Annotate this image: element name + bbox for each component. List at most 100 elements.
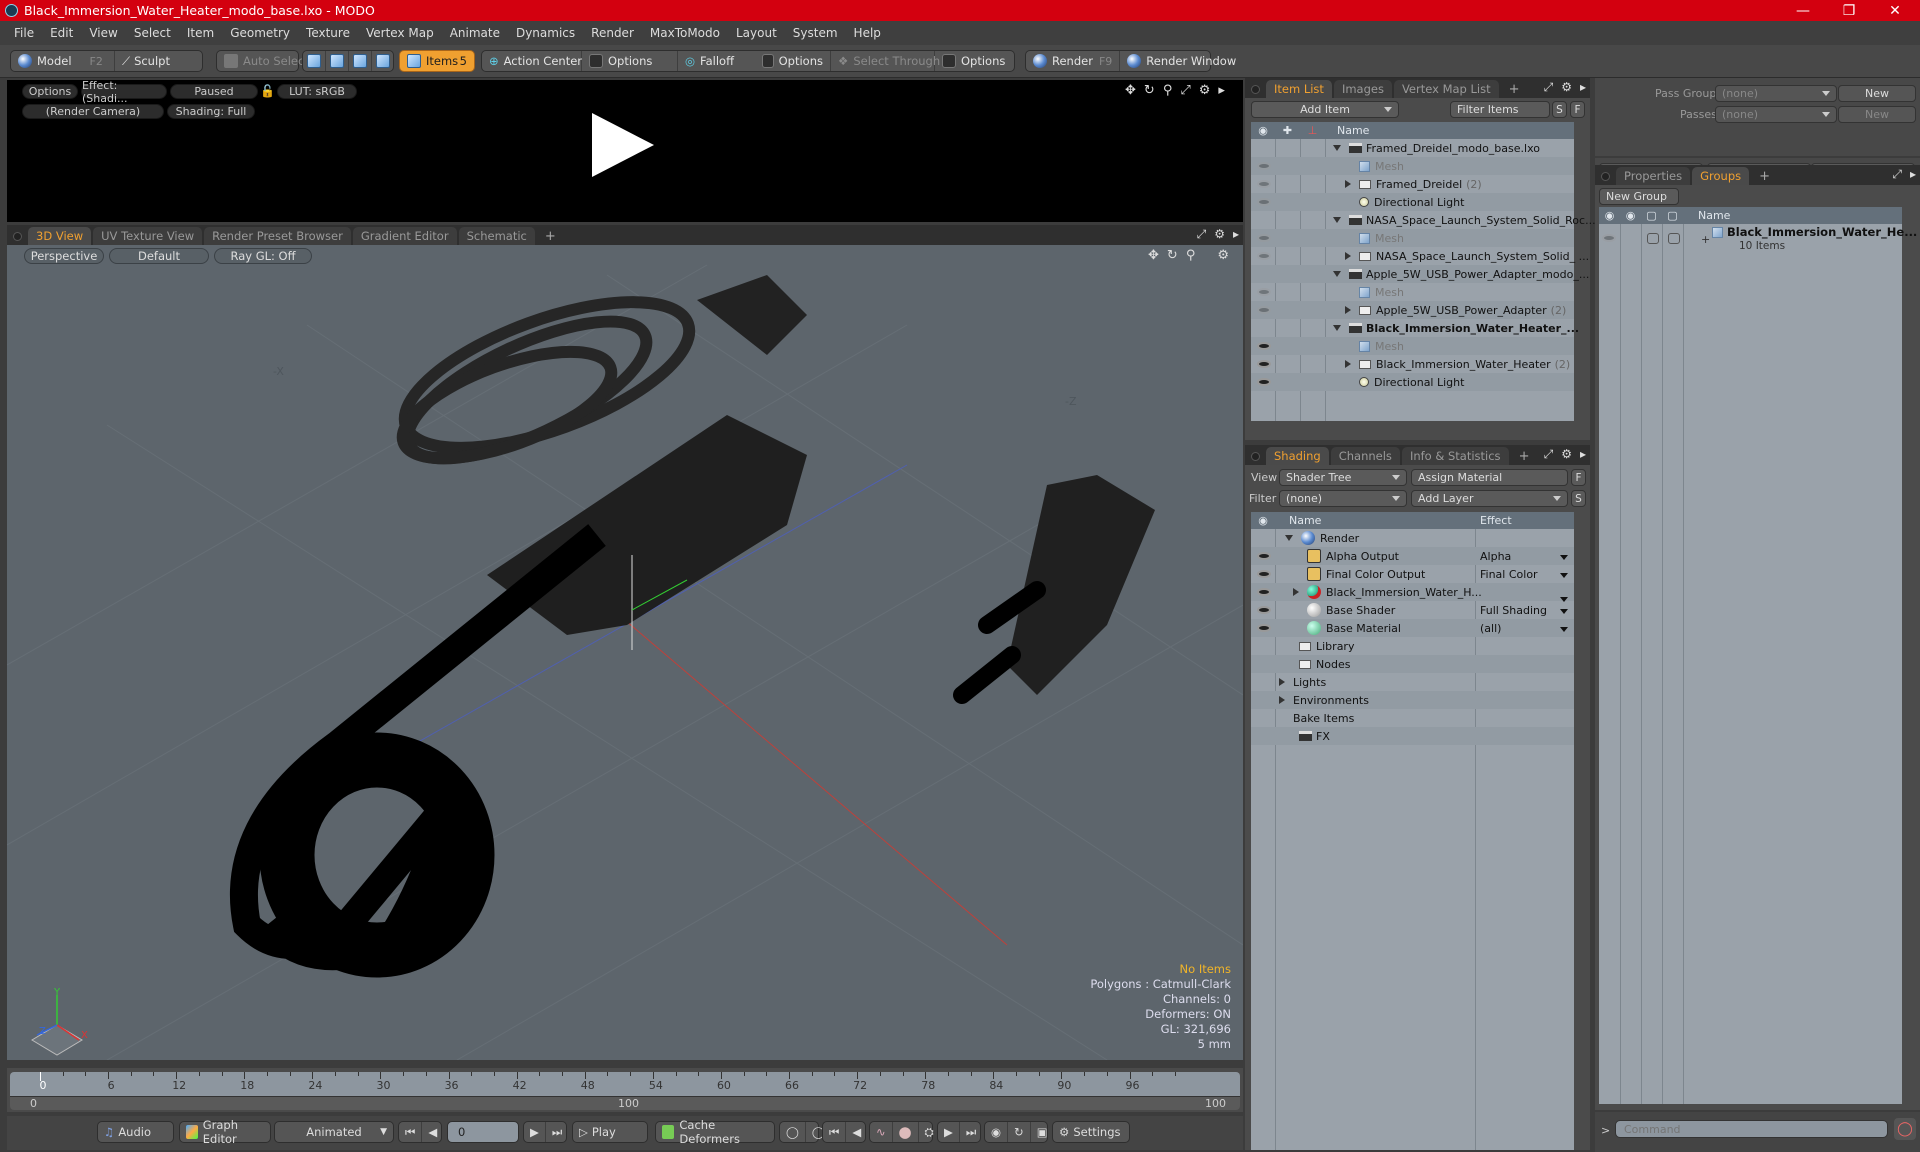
- expand-arrow-icon[interactable]: ▸: [1580, 447, 1586, 462]
- expand-arrow-icon[interactable]: [1345, 180, 1351, 188]
- select-through-options-button[interactable]: Options: [935, 51, 1012, 71]
- record-macro-icon[interactable]: ◯: [1894, 1118, 1916, 1140]
- eye-icon[interactable]: [1602, 234, 1616, 242]
- item-list-row[interactable]: NASA_Space_Launch_System_Solid_ ...: [1251, 247, 1589, 265]
- shader-tree-row[interactable]: Bake Items: [1251, 709, 1574, 727]
- key-tool-3-button[interactable]: ▣: [1031, 1122, 1054, 1142]
- item-list-row[interactable]: Mesh: [1251, 337, 1574, 355]
- panel-menu-dot-icon[interactable]: [1251, 85, 1260, 94]
- materials-mode-button[interactable]: [372, 51, 394, 71]
- collapse-arrow-icon[interactable]: [1333, 325, 1341, 331]
- expand-arrow-icon[interactable]: [1345, 252, 1351, 260]
- effect-dropdown[interactable]: Full Shading: [1480, 604, 1570, 617]
- cache-deformers-button[interactable]: Cache Deformers: [655, 1118, 775, 1146]
- expand-arrow-icon[interactable]: [1345, 360, 1351, 368]
- view-dropdown[interactable]: Shader Tree: [1279, 469, 1407, 486]
- play-button[interactable]: ▷ Play: [572, 1121, 648, 1143]
- items-mode-button[interactable]: Items 5: [399, 50, 475, 72]
- collapse-arrow-icon[interactable]: [1333, 217, 1341, 223]
- tab-properties[interactable]: Properties: [1616, 167, 1691, 185]
- eye-icon[interactable]: [1257, 234, 1271, 242]
- tab-images[interactable]: Images: [1333, 80, 1392, 98]
- command-input[interactable]: [1615, 1120, 1888, 1138]
- model-mode-button[interactable]: Model F2: [11, 51, 115, 71]
- vertices-mode-button[interactable]: [303, 51, 326, 71]
- maximize-icon[interactable]: ⤢: [1892, 167, 1902, 182]
- step-forward-button[interactable]: ▶: [524, 1122, 546, 1142]
- expand-plus-icon[interactable]: +: [1701, 233, 1710, 246]
- shader-tree-row[interactable]: Nodes: [1251, 655, 1574, 673]
- tab-schematic[interactable]: Schematic: [458, 227, 535, 245]
- prev-key-button[interactable]: ◯: [780, 1122, 806, 1142]
- tab-channels[interactable]: Channels: [1330, 447, 1400, 465]
- eye-icon[interactable]: [1257, 198, 1271, 206]
- menu-system[interactable]: System: [785, 26, 846, 40]
- menu-render[interactable]: Render: [583, 26, 642, 40]
- panel-menu-dot-icon[interactable]: [13, 232, 22, 241]
- tab-gradient-editor[interactable]: Gradient Editor: [352, 227, 457, 245]
- shader-tree-row[interactable]: Library: [1251, 637, 1574, 655]
- new-group-button[interactable]: New Group: [1599, 188, 1679, 205]
- eye-icon[interactable]: [1257, 180, 1271, 188]
- preview-pause-button[interactable]: Paused: [170, 84, 258, 99]
- last-key-button[interactable]: ⏭: [960, 1122, 982, 1142]
- frame-input[interactable]: 0: [447, 1121, 519, 1143]
- expand-arrow-icon[interactable]: ▸: [1218, 83, 1225, 98]
- menu-maxtomodo[interactable]: MaxToModo: [642, 26, 728, 40]
- audio-button[interactable]: ♫ Audio: [97, 1121, 174, 1143]
- tab-item-list[interactable]: Item List: [1266, 80, 1332, 98]
- filter-f-button[interactable]: F: [1570, 101, 1585, 118]
- gear-icon[interactable]: ⚙: [1561, 80, 1572, 95]
- auto-key-button[interactable]: ∿: [870, 1122, 893, 1142]
- panel-menu-dot-icon[interactable]: [1251, 452, 1260, 461]
- add-layer-dropdown[interactable]: Add Layer: [1411, 490, 1568, 507]
- menu-view[interactable]: View: [81, 26, 125, 40]
- tab-groups[interactable]: Groups: [1692, 167, 1750, 185]
- action-center-options-button[interactable]: Options: [582, 51, 678, 71]
- expand-arrow-icon[interactable]: ▸: [1580, 80, 1586, 95]
- tab-3d-view[interactable]: 3D View: [28, 227, 92, 245]
- play-render-icon[interactable]: [592, 113, 654, 177]
- eye-icon[interactable]: [1257, 588, 1271, 596]
- preview-effect-dropdown[interactable]: Effect: (Shadi...: [81, 79, 167, 105]
- current-frame-marker[interactable]: [40, 1072, 41, 1081]
- eye-icon[interactable]: [1257, 288, 1271, 296]
- tab-uv-texture-view[interactable]: UV Texture View: [93, 227, 203, 245]
- menu-texture[interactable]: Texture: [298, 26, 358, 40]
- shader-tree-row[interactable]: Alpha Output Alpha: [1251, 547, 1574, 565]
- shader-tree-row[interactable]: Render: [1251, 529, 1574, 547]
- new-pass-group-button[interactable]: New: [1838, 85, 1916, 102]
- previous-key-button[interactable]: ◀: [846, 1122, 867, 1142]
- eye-icon[interactable]: [1257, 306, 1271, 314]
- shading-dropdown[interactable]: Shading: Full: [167, 104, 255, 119]
- new-pass-button[interactable]: New: [1838, 106, 1916, 123]
- menu-file[interactable]: File: [6, 26, 42, 40]
- shader-tree-row[interactable]: Base Shader Full Shading: [1251, 601, 1574, 619]
- add-tab-button[interactable]: +: [1501, 80, 1528, 98]
- effect-dropdown[interactable]: Final Color: [1480, 568, 1570, 581]
- menu-vertex-map[interactable]: Vertex Map: [358, 26, 442, 40]
- lut-dropdown[interactable]: LUT: sRGB: [277, 84, 357, 99]
- item-list-row[interactable]: Mesh: [1251, 283, 1574, 301]
- shader-tree-row[interactable]: Final Color Output Final Color: [1251, 565, 1574, 583]
- falloff-options-button[interactable]: Options: [755, 51, 831, 71]
- eye-icon[interactable]: [1257, 378, 1271, 386]
- key-tool-2-button[interactable]: ↻: [1008, 1122, 1031, 1142]
- rotate-icon[interactable]: ↻: [1167, 248, 1178, 263]
- go-to-end-button[interactable]: ⏭: [546, 1122, 568, 1142]
- view-style-dropdown[interactable]: Default: [109, 248, 209, 264]
- expand-arrow-icon[interactable]: [1279, 678, 1285, 686]
- shader-tree-row[interactable]: Black_Immersion_Water_H...: [1251, 583, 1574, 602]
- preview-options-button[interactable]: Options: [22, 84, 78, 99]
- eye-icon[interactable]: [1257, 570, 1271, 578]
- item-list-row[interactable]: Directional Light: [1251, 373, 1574, 391]
- timeline-range[interactable]: 0 100 100: [10, 1096, 1240, 1110]
- render-camera-dropdown[interactable]: (Render Camera): [22, 104, 164, 119]
- gear-icon[interactable]: ⚙: [1199, 83, 1211, 98]
- collapse-arrow-icon[interactable]: [1285, 535, 1293, 541]
- edges-mode-button[interactable]: [326, 51, 349, 71]
- render-button[interactable]: Render F9: [1026, 51, 1121, 71]
- action-center-button[interactable]: ⊕ Action Center: [482, 51, 582, 71]
- raygl-dropdown[interactable]: Ray GL: Off: [214, 248, 312, 264]
- go-to-start-button[interactable]: ⏮: [399, 1122, 423, 1142]
